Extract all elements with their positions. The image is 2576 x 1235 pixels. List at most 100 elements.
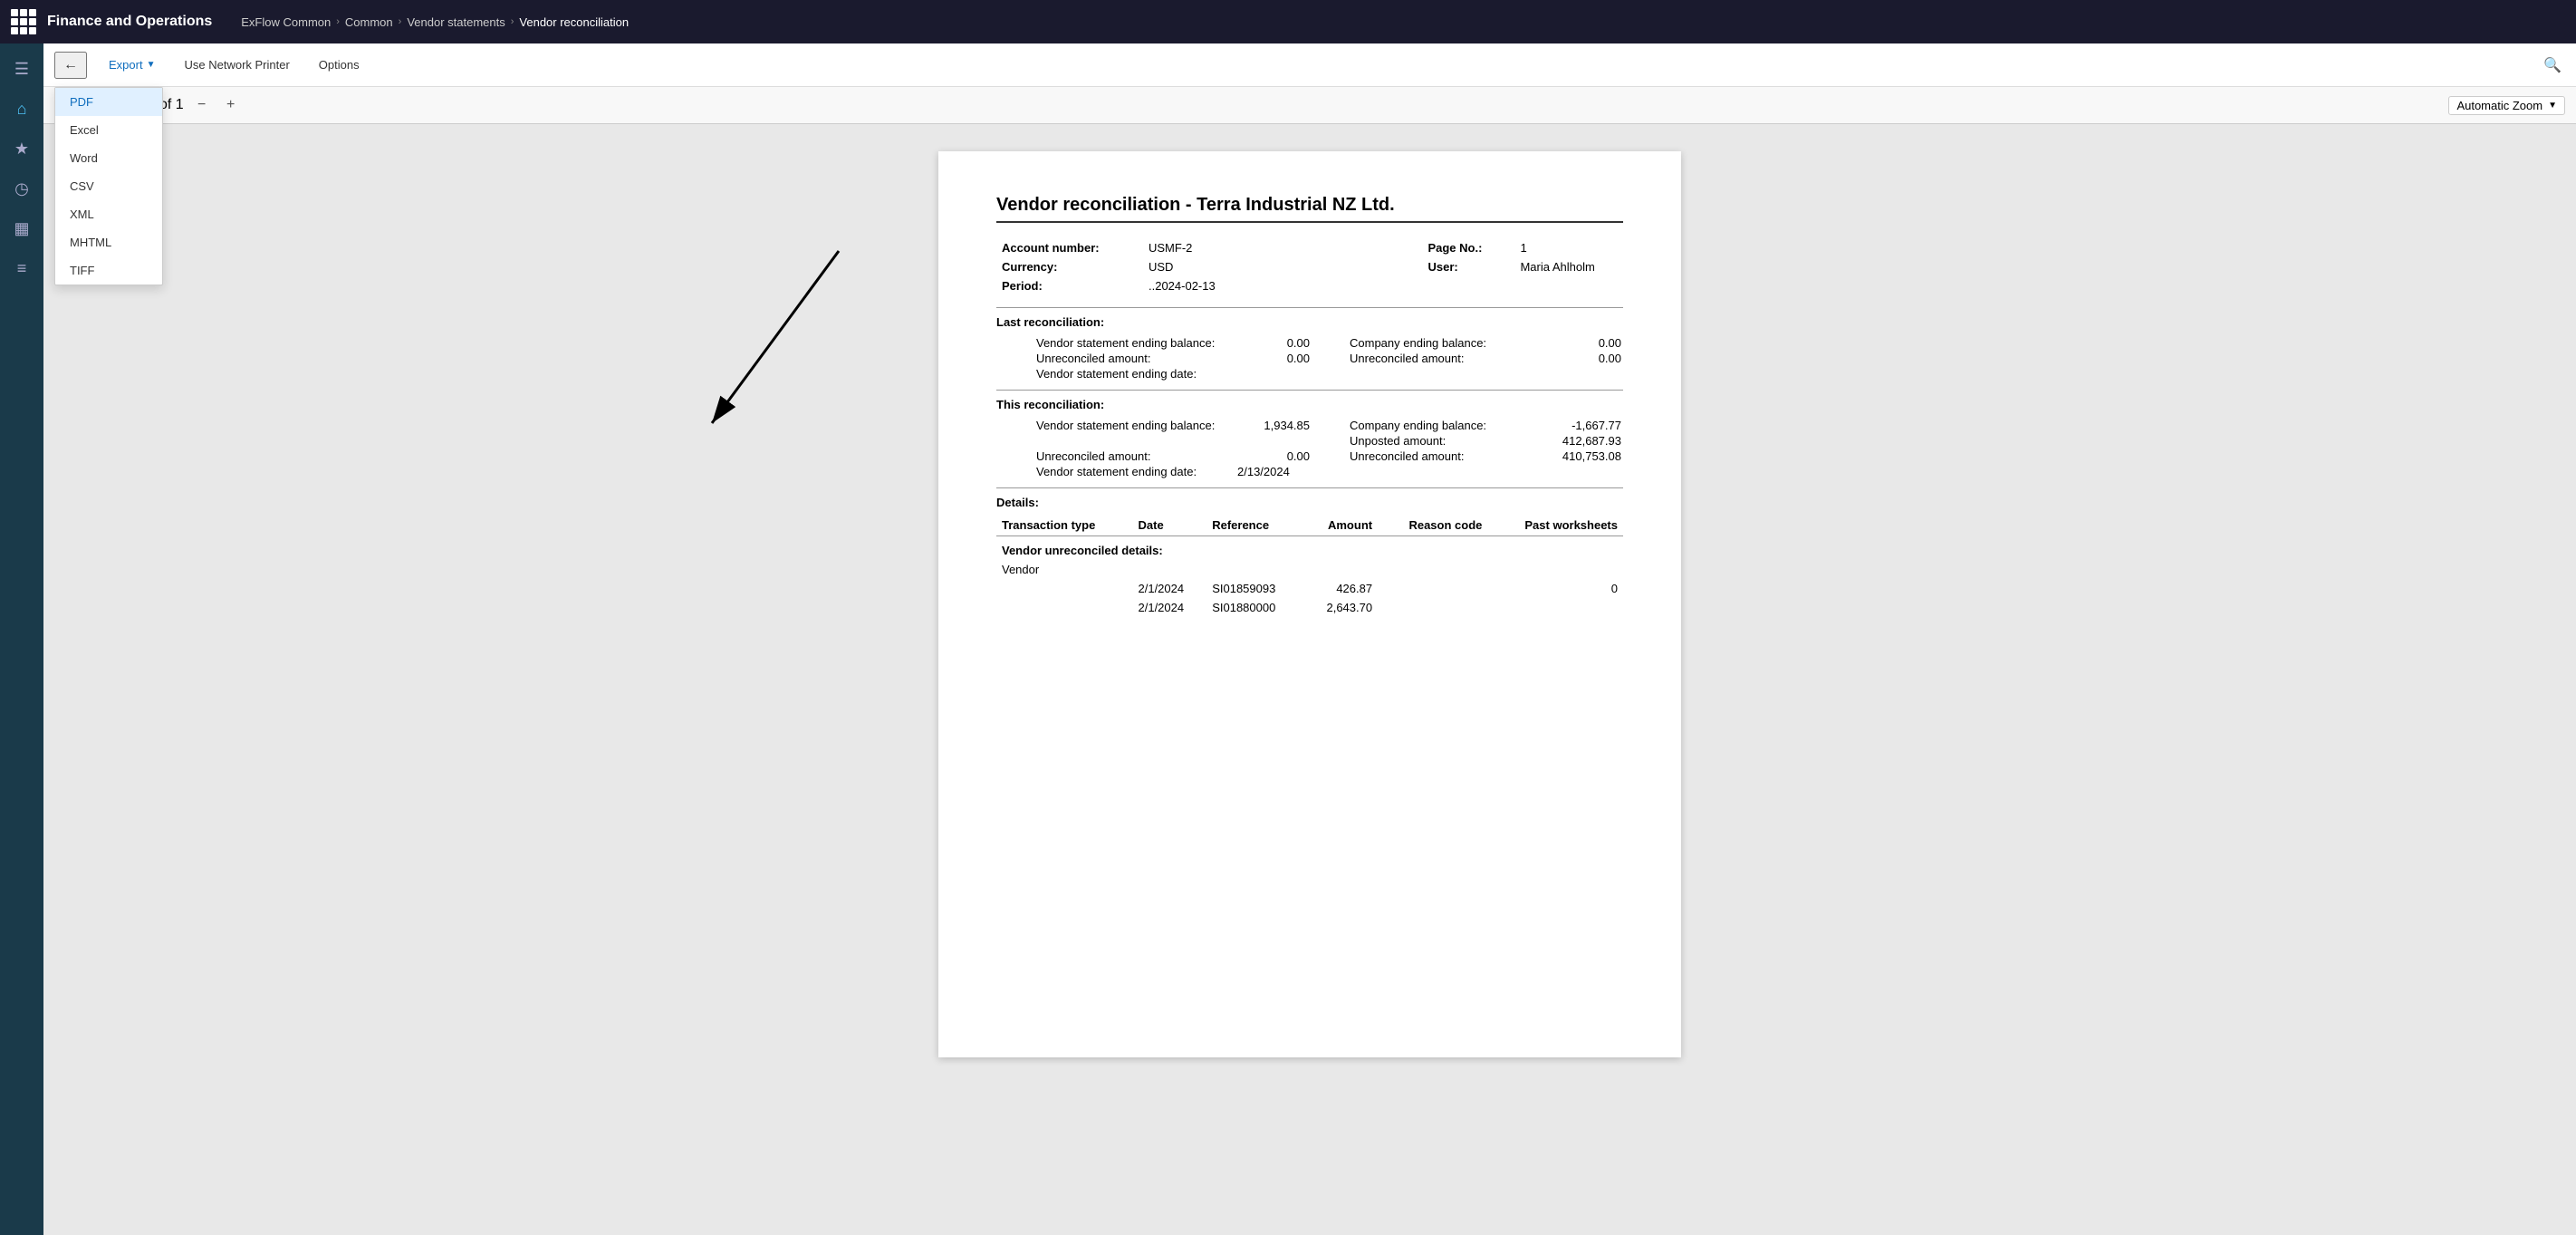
this-vendor-ending-date-value: 2/13/2024 — [1237, 465, 1310, 478]
app-title: Finance and Operations — [47, 14, 212, 30]
app-grid-icon[interactable] — [11, 9, 36, 34]
col-date: Date — [1133, 515, 1207, 536]
last-company-ending-balance-label: Company ending balance: — [1350, 336, 1547, 350]
last-vendor-ending-balance-label: Vendor statement ending balance: — [1036, 336, 1235, 350]
breadcrumb-common[interactable]: Common — [345, 15, 393, 29]
sidebar-icon-list[interactable]: ≡ — [4, 250, 40, 286]
document-title: Vendor reconciliation - Terra Industrial… — [996, 195, 1623, 223]
table-row: 2/1/2024 SI01880000 2,643.70 — [996, 598, 1623, 617]
last-unreconciled-amount2-value: 0.00 — [1549, 352, 1621, 365]
period-value: ..2024-02-13 — [1145, 277, 1239, 294]
export-button[interactable]: Export ▼ — [101, 54, 162, 75]
sidebar-icon-home[interactable]: ⌂ — [4, 91, 40, 127]
details-table: Transaction type Date Reference Amount R… — [996, 515, 1623, 617]
sidebar-icon-workspaces[interactable]: ▦ — [4, 210, 40, 246]
col-past-worksheets: Past worksheets — [1487, 515, 1623, 536]
this-company-ending-balance-value: -1,667.77 — [1549, 419, 1621, 432]
col-transaction-type: Transaction type — [996, 515, 1133, 536]
vendor-unreconciled-header-row: Vendor unreconciled details: — [996, 536, 1623, 561]
zoom-in-button[interactable]: + — [220, 94, 242, 116]
col-reference: Reference — [1206, 515, 1303, 536]
export-option-mhtml[interactable]: MHTML — [55, 228, 162, 256]
export-dropdown-menu: PDF Excel Word CSV XML MHTML TIFF — [54, 87, 163, 285]
toolbar: ← Export ▼ Use Network Printer Options 🔍 — [43, 43, 2576, 87]
document-container: Vendor reconciliation - Terra Industrial… — [43, 124, 2576, 1085]
row2-date: 2/1/2024 — [1133, 598, 1207, 617]
period-label: Period: — [998, 277, 1143, 294]
options-button[interactable]: Options — [312, 54, 367, 75]
breadcrumb-sep-3: › — [511, 16, 514, 27]
zoom-chevron-icon: ▼ — [2548, 101, 2557, 111]
account-number-value: USMF-2 — [1145, 239, 1239, 256]
export-option-pdf[interactable]: PDF — [55, 88, 162, 116]
page-no-value: 1 — [1516, 239, 1621, 256]
this-reconciliation-table: Vendor statement ending balance: 1,934.8… — [996, 417, 1623, 480]
annotation-wrapper: Vendor reconciliation - Terra Industrial… — [938, 151, 1681, 1057]
vendor-unreconciled-header: Vendor unreconciled details: — [996, 536, 1623, 561]
left-sidebar: ☰ ⌂ ★ ◷ ▦ ≡ — [0, 43, 43, 1235]
col-amount: Amount — [1303, 515, 1378, 536]
options-label: Options — [319, 58, 360, 72]
export-label: Export — [109, 58, 143, 72]
arrow-annotation — [658, 242, 947, 468]
last-vendor-ending-date-label: Vendor statement ending date: — [1036, 367, 1235, 381]
export-option-csv[interactable]: CSV — [55, 172, 162, 200]
last-reconciliation-table: Vendor statement ending balance: 0.00 Co… — [996, 334, 1623, 382]
user-value: Maria Ahlholm — [1516, 258, 1621, 275]
last-recon-divider — [996, 390, 1623, 391]
sidebar-icon-recent[interactable]: ◷ — [4, 170, 40, 207]
this-unposted-amount-value: 412,687.93 — [1549, 434, 1621, 448]
vendor-label-row: Vendor — [996, 560, 1623, 579]
details-header: Details: — [996, 496, 1623, 509]
this-vendor-ending-balance-label: Vendor statement ending balance: — [1036, 419, 1235, 432]
row2-past — [1487, 598, 1623, 617]
row1-date: 2/1/2024 — [1133, 579, 1207, 598]
page-total-label: of 1 — [159, 97, 184, 113]
col-reason-code: Reason code — [1378, 515, 1487, 536]
sidebar-icon-favorites[interactable]: ★ — [4, 130, 40, 167]
this-company-ending-balance-label: Company ending balance: — [1350, 419, 1547, 432]
this-recon-divider — [996, 487, 1623, 488]
currency-label: Currency: — [998, 258, 1143, 275]
network-printer-button[interactable]: Use Network Printer — [177, 54, 296, 75]
network-printer-label: Use Network Printer — [184, 58, 289, 72]
breadcrumb-sep-1: › — [336, 16, 340, 27]
vendor-label: Vendor — [996, 560, 1133, 579]
export-option-excel[interactable]: Excel — [55, 116, 162, 144]
breadcrumb-exflow[interactable]: ExFlow Common — [241, 15, 331, 29]
zoom-out-button[interactable]: − — [191, 94, 213, 116]
export-option-word[interactable]: Word — [55, 144, 162, 172]
zoom-label: Automatic Zoom — [2456, 99, 2542, 112]
row1-reference: SI01859093 — [1206, 579, 1303, 598]
this-unreconciled-amount-label: Unreconciled amount: — [1036, 449, 1235, 463]
top-navigation-bar: Finance and Operations ExFlow Common › C… — [0, 0, 2576, 43]
account-number-label: Account number: — [998, 239, 1143, 256]
document-viewer: ▲ ▼ 1 of 1 − + Automatic Zoom ▼ Vendo — [43, 87, 2576, 1235]
this-vendor-ending-balance-value: 1,934.85 — [1237, 419, 1310, 432]
this-reconciliation-header: This reconciliation: — [996, 398, 1623, 411]
toolbar-search-icon[interactable]: 🔍 — [2540, 53, 2565, 78]
row1-amount: 426.87 — [1303, 579, 1378, 598]
viewer-toolbar: ▲ ▼ 1 of 1 − + Automatic Zoom ▼ — [43, 87, 2576, 124]
breadcrumb-vendor-statements[interactable]: Vendor statements — [407, 15, 505, 29]
sidebar-icon-menu[interactable]: ☰ — [4, 51, 40, 87]
this-unreconciled-amount2-value: 410,753.08 — [1549, 449, 1621, 463]
row2-amount: 2,643.70 — [1303, 598, 1378, 617]
export-option-xml[interactable]: XML — [55, 200, 162, 228]
zoom-select[interactable]: Automatic Zoom ▼ — [2448, 96, 2565, 115]
last-vendor-ending-balance-value: 0.00 — [1237, 336, 1310, 350]
breadcrumb: ExFlow Common › Common › Vendor statemen… — [241, 15, 629, 29]
meta-divider — [996, 307, 1623, 308]
export-chevron-icon: ▼ — [147, 60, 156, 70]
page-no-label: Page No.: — [1424, 239, 1514, 256]
user-label: User: — [1424, 258, 1514, 275]
last-company-ending-balance-value: 0.00 — [1549, 336, 1621, 350]
back-button[interactable]: ← — [54, 52, 87, 79]
table-row: 2/1/2024 SI01859093 426.87 0 — [996, 579, 1623, 598]
row2-reference: SI01880000 — [1206, 598, 1303, 617]
this-vendor-ending-date-label: Vendor statement ending date: — [1036, 465, 1235, 478]
last-unreconciled-amount-label: Unreconciled amount: — [1036, 352, 1235, 365]
breadcrumb-vendor-reconciliation: Vendor reconciliation — [519, 15, 629, 29]
last-unreconciled-amount2-label: Unreconciled amount: — [1350, 352, 1547, 365]
export-option-tiff[interactable]: TIFF — [55, 256, 162, 285]
